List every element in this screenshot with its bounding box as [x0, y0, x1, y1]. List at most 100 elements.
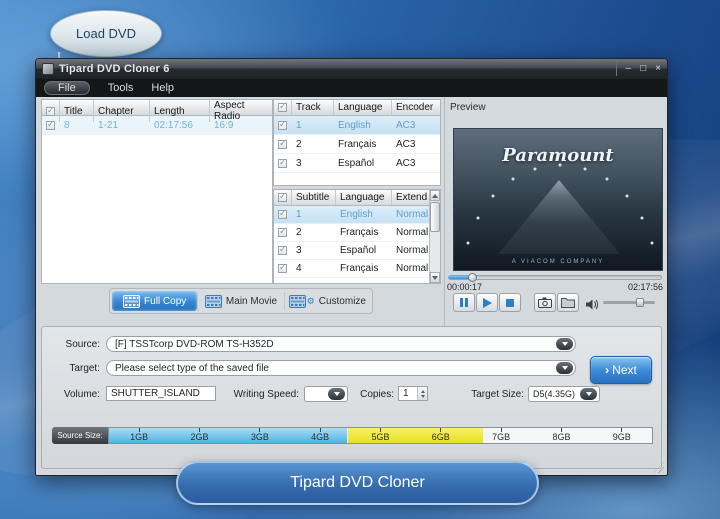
load-dvd-callout: Load DVD — [50, 10, 162, 57]
scrollbar-thumb[interactable] — [430, 202, 440, 232]
size-tick: 5GB — [350, 428, 410, 443]
title-row-checkbox-cell — [42, 116, 60, 134]
track-checkbox[interactable] — [278, 121, 287, 130]
subtitle-checkbox[interactable] — [278, 210, 287, 219]
title-row-checkbox[interactable] — [46, 121, 55, 130]
pause-icon — [460, 298, 468, 307]
cell-track: 3 — [292, 154, 334, 172]
size-tick: 6GB — [411, 428, 471, 443]
cell-subtitle: 1 — [292, 206, 336, 223]
cell-language: Français — [334, 135, 392, 153]
main-movie-button[interactable]: Main Movie — [197, 291, 283, 311]
menu-file[interactable]: File — [44, 81, 90, 95]
subtitle-checkbox-cell — [274, 224, 292, 241]
caption-label: Tipard DVD Cloner — [290, 474, 425, 492]
copies-label: Copies: — [354, 389, 394, 400]
subtitle-row[interactable]: 1 English Normal — [274, 206, 440, 224]
subtitle-checkbox[interactable] — [278, 228, 287, 237]
track-row[interactable]: 2 Français AC3 — [274, 135, 440, 154]
cell-language: English — [334, 116, 392, 134]
track-row[interactable]: 3 Español AC3 — [274, 154, 440, 173]
volume-name-field[interactable] — [106, 386, 216, 401]
snapshot-button[interactable] — [534, 293, 556, 312]
dropdown-arrow-icon[interactable] — [580, 388, 597, 400]
stop-button[interactable] — [499, 293, 521, 312]
desktop-background: Load DVD Tipard DVD Cloner 6 – □ × File … — [0, 0, 720, 519]
play-icon — [483, 298, 492, 308]
track-header-encoder: Encoder — [392, 100, 440, 115]
cell-encoder: AC3 — [392, 154, 440, 172]
volume-label: Volume: — [48, 389, 100, 400]
stop-icon — [506, 299, 514, 307]
cell-language: English — [336, 206, 392, 223]
size-tick: 2GB — [169, 428, 229, 443]
writing-speed-select[interactable] — [304, 386, 348, 402]
dropdown-arrow-icon[interactable] — [556, 338, 573, 350]
scrollbar-up-icon[interactable] — [430, 190, 440, 201]
titlebar[interactable]: Tipard DVD Cloner 6 – □ × — [36, 59, 667, 79]
folder-icon — [561, 297, 575, 308]
target-select[interactable]: Please select type of the saved file — [106, 360, 576, 376]
full-copy-button[interactable]: Full Copy — [112, 291, 197, 311]
pause-button[interactable] — [453, 293, 475, 312]
subtitle-checkbox-cell — [274, 260, 292, 277]
dropdown-arrow-icon[interactable] — [556, 362, 573, 374]
menu-tools[interactable]: Tools — [108, 82, 134, 94]
play-button[interactable] — [476, 293, 498, 312]
cell-title: 8 — [60, 116, 94, 134]
volume-thumb[interactable] — [636, 298, 644, 307]
subtitle-row[interactable]: 4 Français Normal — [274, 260, 440, 278]
gear-icon: ⚙ — [307, 296, 315, 307]
total-time: 02:17:56 — [628, 282, 663, 292]
close-button[interactable]: × — [655, 64, 661, 74]
subtitle-row[interactable]: 2 Français Normal — [274, 224, 440, 242]
subtitle-scrollbar[interactable] — [429, 190, 440, 283]
track-row[interactable]: 1 English AC3 — [274, 116, 440, 135]
menubar: File Tools Help — [36, 79, 667, 97]
seek-slider[interactable] — [448, 275, 662, 280]
track-checkbox[interactable] — [278, 159, 287, 168]
subtitle-checkbox-cell — [274, 206, 292, 223]
source-select[interactable]: [F] TSSTcorp DVD-ROM TS-H352D — [106, 336, 576, 352]
subtitle-header-subtitle: Subtitle — [292, 190, 336, 205]
title-row[interactable]: 8 1-21 02:17:56 16:9 — [42, 116, 272, 135]
scrollbar-down-icon[interactable] — [430, 272, 440, 283]
filmstrip-icon — [205, 295, 222, 308]
next-button[interactable]: › Next — [590, 356, 652, 384]
subtitle-row[interactable]: 3 Español Normal — [274, 242, 440, 260]
subtitle-header-language: Language — [336, 190, 392, 205]
track-checkbox[interactable] — [278, 140, 287, 149]
app-icon — [42, 63, 54, 75]
subtitle-table-header: Subtitle Language Extend — [274, 190, 440, 206]
copies-spinner[interactable]: 1 — [398, 386, 428, 401]
minimize-button[interactable]: – — [626, 64, 632, 74]
cell-language: Français — [336, 260, 392, 277]
source-value: [F] TSSTcorp DVD-ROM TS-H352D — [115, 339, 556, 350]
caption-banner: Tipard DVD Cloner — [176, 461, 539, 505]
mountain-graphic — [498, 180, 620, 254]
dropdown-arrow-icon[interactable] — [328, 388, 345, 400]
target-value: Please select type of the saved file — [115, 363, 556, 374]
maximize-button[interactable]: □ — [640, 64, 646, 74]
load-dvd-callout-label: Load DVD — [76, 26, 136, 41]
select-all-titles-checkbox[interactable] — [46, 107, 55, 116]
open-folder-button[interactable] — [557, 293, 579, 312]
logo-title: Paramount — [454, 145, 662, 166]
app-window: Tipard DVD Cloner 6 – □ × File Tools Hel… — [35, 58, 668, 476]
cell-chapter: 1-21 — [94, 116, 150, 134]
spinner-arrows-icon[interactable] — [417, 387, 427, 400]
target-size-select[interactable]: D5(4.35G) — [528, 386, 600, 402]
volume-icon[interactable] — [586, 297, 599, 315]
cell-track: 2 — [292, 135, 334, 153]
select-all-tracks-checkbox[interactable] — [278, 103, 287, 112]
menu-help[interactable]: Help — [151, 82, 174, 94]
subtitle-checkbox[interactable] — [278, 246, 287, 255]
select-all-subtitles-checkbox[interactable] — [278, 193, 287, 202]
customize-button[interactable]: ⚙ Customize — [284, 291, 370, 311]
subtitle-table: Subtitle Language Extend 1 English Norma… — [273, 189, 441, 284]
cell-encoder: AC3 — [392, 116, 440, 134]
subtitle-checkbox[interactable] — [278, 264, 287, 273]
copy-mode-bar: Full Copy Main Movie — [109, 288, 373, 314]
current-time: 00:00:17 — [447, 282, 482, 292]
volume-slider[interactable] — [603, 301, 655, 304]
